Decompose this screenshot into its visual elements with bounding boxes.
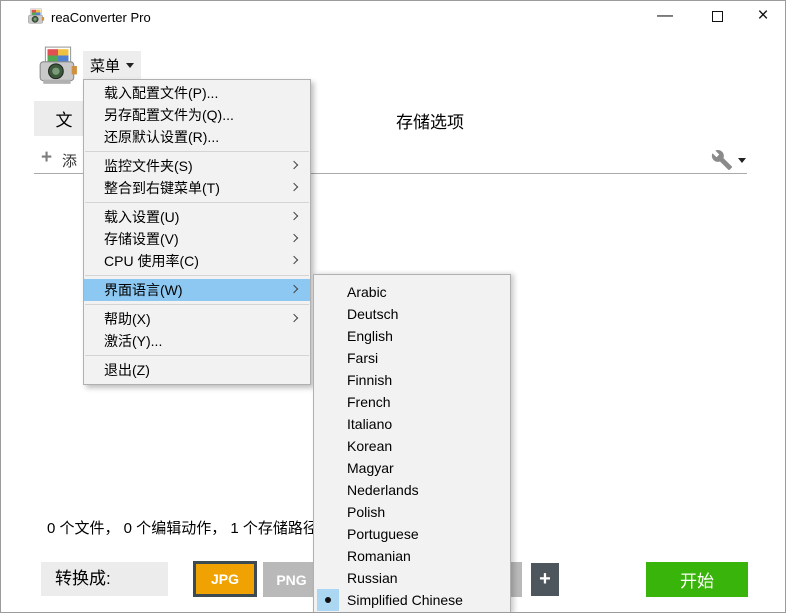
language-item-romanian[interactable]: Romanian (314, 545, 510, 567)
submenu-arrow-icon (290, 234, 298, 242)
menu-item-interface-language[interactable]: 界面语言(W) (84, 279, 310, 301)
menu-item-label: 退出(Z) (104, 362, 150, 378)
language-item-french[interactable]: French (314, 391, 510, 413)
title-bar: reaConverter Pro — × (1, 1, 785, 33)
menu-item-load-config[interactable]: 载入配置文件(P)... (84, 82, 310, 104)
format-png-label: PNG (276, 572, 306, 588)
chevron-down-icon (738, 158, 746, 163)
language-item-farsi[interactable]: Farsi (314, 347, 510, 369)
language-item-label: Russian (347, 570, 398, 586)
minimize-button[interactable]: — (645, 1, 685, 33)
menu-item-watch-folders[interactable]: 监控文件夹(S) (84, 155, 310, 177)
submenu-arrow-icon (290, 183, 298, 191)
plus-icon: + (539, 568, 551, 591)
menu-item-restore-defaults[interactable]: 还原默认设置(R)... (84, 126, 310, 148)
language-item-portuguese[interactable]: Portuguese (314, 523, 510, 545)
submenu-arrow-icon (290, 256, 298, 264)
app-window: reaConverter Pro — × 菜单 文 存储选项 + 添 0 个文件… (0, 0, 786, 613)
app-logo (37, 45, 79, 87)
language-item-label: French (347, 394, 391, 410)
tab-saving-options[interactable]: 存储选项 (396, 108, 464, 133)
add-format-button[interactable]: + (531, 563, 559, 596)
menu-item-label: 帮助(X) (104, 311, 151, 327)
add-files-label[interactable]: 添 (62, 150, 77, 171)
language-item-label: Farsi (347, 350, 378, 366)
language-item-italiano[interactable]: Italiano (314, 413, 510, 435)
menu-item-label: 监控文件夹(S) (104, 158, 193, 174)
main-menu-popup: 载入配置文件(P)... 另存配置文件为(Q)... 还原默认设置(R)... … (83, 79, 311, 385)
menu-item-activate[interactable]: 激活(Y)... (84, 330, 310, 352)
maximize-icon (712, 11, 723, 22)
menu-item-label: 载入设置(U) (104, 209, 179, 225)
language-item-deutsch[interactable]: Deutsch (314, 303, 510, 325)
language-item-label: Korean (347, 438, 392, 454)
format-jpg-button[interactable]: JPG (193, 561, 257, 597)
menu-item-label: 存储设置(V) (104, 231, 179, 247)
menu-separator (85, 202, 309, 203)
tab-files-label: 文 (56, 106, 73, 131)
menu-item-cpu-usage[interactable]: CPU 使用率(C) (84, 250, 310, 272)
menu-item-saving-settings[interactable]: 存储设置(V) (84, 228, 310, 250)
convert-to-label: 转换成: (41, 562, 168, 596)
language-item-label: Italiano (347, 416, 392, 432)
language-item-finnish[interactable]: Finnish (314, 369, 510, 391)
menu-separator (85, 355, 309, 356)
menu-separator (85, 151, 309, 152)
app-icon (27, 8, 45, 26)
wrench-icon (711, 149, 733, 171)
status-text: 0 个文件， 0 个编辑动作， 1 个存储路径 (47, 517, 318, 538)
menu-item-label: 还原默认设置(R)... (104, 129, 219, 145)
language-item-korean[interactable]: Korean (314, 435, 510, 457)
selected-language-radio (317, 589, 339, 611)
language-item-simplified-chinese[interactable]: Simplified Chinese (314, 589, 510, 611)
submenu-arrow-icon (290, 285, 298, 293)
language-item-label: Deutsch (347, 306, 398, 322)
menu-item-load-settings[interactable]: 载入设置(U) (84, 206, 310, 228)
menu-item-help[interactable]: 帮助(X) (84, 308, 310, 330)
menu-item-label: 界面语言(W) (104, 282, 183, 298)
format-jpg-label: JPG (211, 571, 239, 587)
language-submenu-popup: Arabic Deutsch English Farsi Finnish Fre… (313, 274, 511, 613)
submenu-arrow-icon (290, 314, 298, 322)
menu-item-label: 另存配置文件为(Q)... (104, 107, 234, 123)
language-item-magyar[interactable]: Magyar (314, 457, 510, 479)
add-files-plus-icon[interactable]: + (41, 147, 52, 169)
radio-dot-icon (325, 597, 331, 603)
language-item-label: Finnish (347, 372, 392, 388)
language-item-english[interactable]: English (314, 325, 510, 347)
language-item-label: Polish (347, 504, 385, 520)
language-item-label: Magyar (347, 460, 394, 476)
language-item-label: Arabic (347, 284, 387, 300)
menu-item-label: 激活(Y)... (104, 333, 162, 349)
language-item-label: Portuguese (347, 526, 419, 542)
close-button[interactable]: × (743, 1, 783, 33)
language-item-label: Romanian (347, 548, 411, 564)
menu-button-label: 菜单 (90, 55, 120, 76)
submenu-arrow-icon (290, 212, 298, 220)
language-item-polish[interactable]: Polish (314, 501, 510, 523)
menu-item-label: 载入配置文件(P)... (104, 85, 218, 101)
language-item-label: Nederlands (347, 482, 419, 498)
window-title: reaConverter Pro (51, 10, 151, 25)
start-button[interactable]: 开始 (646, 562, 748, 597)
format-png-button[interactable]: PNG (263, 562, 320, 597)
tools-dropdown-button[interactable] (711, 147, 751, 173)
language-item-nederlands[interactable]: Nederlands (314, 479, 510, 501)
menu-item-context-menu-integration[interactable]: 整合到右键菜单(T) (84, 177, 310, 199)
menu-separator (85, 275, 309, 276)
language-item-label: Simplified Chinese (347, 592, 463, 608)
submenu-arrow-icon (290, 161, 298, 169)
maximize-button[interactable] (697, 1, 737, 33)
menu-item-label: CPU 使用率(C) (104, 253, 199, 269)
language-item-label: English (347, 328, 393, 344)
menu-separator (85, 304, 309, 305)
start-button-label: 开始 (680, 567, 714, 592)
menu-button[interactable]: 菜单 (83, 51, 141, 79)
language-item-russian[interactable]: Russian (314, 567, 510, 589)
menu-item-exit[interactable]: 退出(Z) (84, 359, 310, 381)
menu-item-label: 整合到右键菜单(T) (104, 180, 220, 196)
menu-item-save-config-as[interactable]: 另存配置文件为(Q)... (84, 104, 310, 126)
chevron-down-icon (126, 63, 134, 68)
language-item-arabic[interactable]: Arabic (314, 281, 510, 303)
